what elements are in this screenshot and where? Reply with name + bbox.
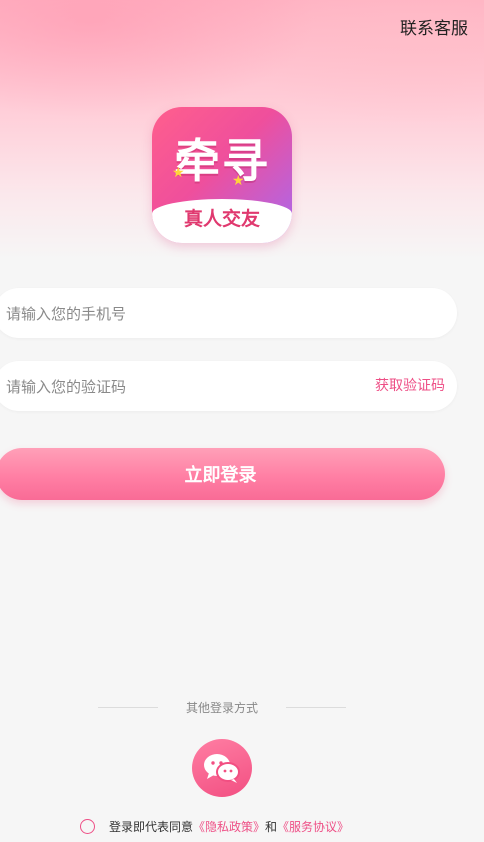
other-login-label: 其他登录方式 bbox=[185, 701, 258, 715]
logo-title: 牵寻 bbox=[174, 134, 270, 188]
service-agreement-link[interactable]: 《服务协议》 bbox=[277, 818, 349, 835]
get-code-button[interactable]: 获取验证码 bbox=[375, 361, 445, 411]
divider-right bbox=[286, 707, 346, 708]
agreement-and-text: 和 bbox=[265, 819, 278, 834]
wechat-icon bbox=[204, 754, 240, 783]
login-button[interactable]: 立即登录 bbox=[0, 448, 445, 500]
agreement-checkbox[interactable] bbox=[80, 818, 95, 834]
agreement-row: 登录即代表同意 《隐私政策》 和 《服务协议》 bbox=[80, 816, 349, 836]
phone-input[interactable] bbox=[4, 288, 348, 340]
app-logo: 牵寻 ★ ★ 真人交友 bbox=[152, 107, 292, 243]
privacy-policy-link[interactable]: 《隐私政策》 bbox=[193, 818, 265, 835]
logo-subtitle: 真人交友 bbox=[152, 199, 292, 243]
star-icon: ★ bbox=[172, 165, 185, 181]
agreement-text: 登录即代表同意 bbox=[109, 819, 194, 834]
star-icon: ★ bbox=[232, 173, 245, 189]
phone-field bbox=[0, 288, 457, 340]
contact-service-link[interactable]: 联系客服 bbox=[400, 14, 468, 39]
verification-code-input[interactable] bbox=[4, 361, 348, 413]
code-field: 获取验证码 bbox=[0, 361, 457, 413]
wechat-login-button[interactable] bbox=[192, 739, 252, 797]
